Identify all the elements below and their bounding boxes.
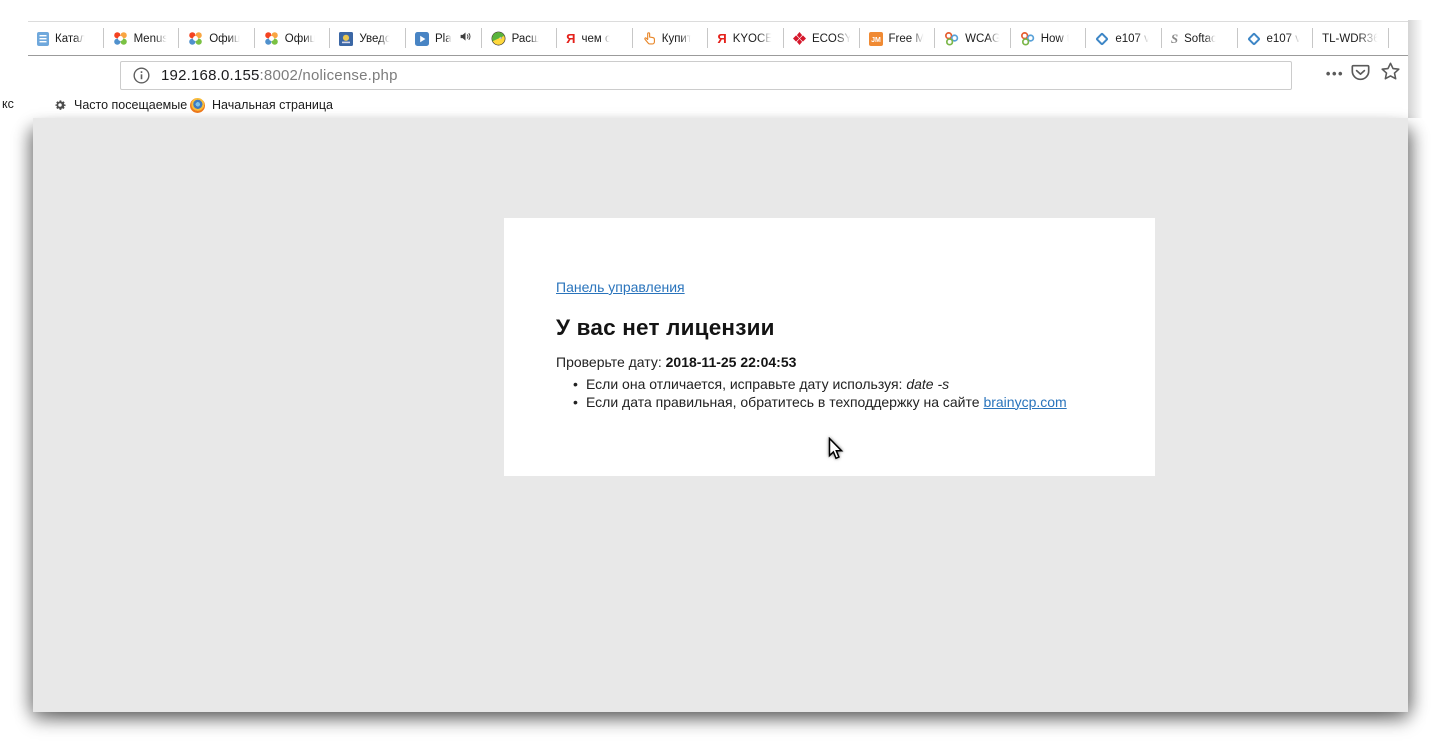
bookmark-star-icon[interactable]: [1380, 61, 1401, 82]
firefox-icon: [190, 98, 205, 113]
instruction-list: • Если она отличается, исправьте дату ис…: [573, 376, 1067, 411]
tab-title: Расш: [512, 33, 541, 45]
bookmark-item-home[interactable]: Начальная страница: [190, 95, 333, 115]
browser-tab[interactable]: TL-WDR36: [1313, 22, 1389, 55]
browser-tab[interactable]: Офиц: [255, 22, 331, 55]
date-value: 2018-11-25 22:04:53: [666, 354, 797, 370]
list-item: • Если дата правильная, обратитесь в тех…: [573, 394, 1067, 412]
circles-favicon-icon: [944, 31, 959, 46]
tab-title: Menus: [134, 33, 169, 45]
svg-text:JM: JM: [871, 37, 881, 44]
joomla-favicon-icon: [264, 31, 279, 46]
bookmark-item-frequent[interactable]: Часто посещаемые: [53, 95, 187, 115]
url-host: 192.168.0.155: [161, 67, 260, 84]
tab-title: чем о: [582, 33, 612, 45]
tab-title: Офиц: [285, 33, 316, 45]
control-panel-link[interactable]: Панель управления: [556, 279, 685, 295]
tab-title: Free M: [889, 33, 925, 45]
softaculous-favicon-icon: S: [1171, 32, 1178, 45]
bullet-marker: •: [573, 394, 586, 412]
tab-title: How t: [1041, 33, 1070, 45]
page-viewport: Панель управления У вас нет лицензии Про…: [33, 118, 1408, 712]
ecosys-favicon-icon: [793, 32, 806, 45]
url-bar[interactable]: 192.168.0.155:8002/nolicense.php: [120, 61, 1292, 90]
browser-tab[interactable]: Офиц: [179, 22, 255, 55]
browser-tab[interactable]: e107 v: [1238, 22, 1314, 55]
circles-favicon-icon: [1020, 31, 1035, 46]
tab-audio-icon[interactable]: [459, 30, 472, 48]
bullet-text: Если она отличается, исправьте дату испо…: [586, 376, 906, 392]
browser-tab[interactable]: e107 v: [1086, 22, 1162, 55]
bullet-marker: •: [573, 376, 586, 394]
list-item: • Если она отличается, исправьте дату ис…: [573, 376, 1067, 394]
browser-tab[interactable]: How t: [1011, 22, 1087, 55]
navigation-toolbar: 192.168.0.155:8002/nolicense.php •••: [0, 56, 1408, 92]
url-text[interactable]: 192.168.0.155:8002/nolicense.php: [161, 67, 398, 84]
url-path: :8002/nolicense.php: [260, 67, 398, 84]
browser-tab[interactable]: JM Free M: [860, 22, 936, 55]
site-info-icon[interactable]: [133, 67, 150, 84]
bullet-text: Если дата правильная, обратитесь в техпо…: [586, 394, 983, 410]
pocket-icon[interactable]: [1350, 62, 1371, 83]
mouse-cursor: [828, 437, 845, 467]
joomla-favicon-icon: [113, 31, 128, 46]
tab-title: Купит: [662, 33, 692, 45]
date-label: Проверьте дату:: [556, 354, 666, 370]
browser-tab[interactable]: Катал: [28, 22, 104, 55]
check-date-line: Проверьте дату: 2018-11-25 22:04:53: [556, 354, 796, 370]
tab-title: Softac: [1184, 33, 1217, 45]
brainycp-link[interactable]: brainycp.com: [983, 394, 1066, 410]
tab-title: WCAG: [965, 33, 1001, 45]
tab-strip: Катал Menus Офиц Офиц Уведо Pla Расш Ячем о Купи…: [28, 22, 1408, 55]
parrot-favicon-icon: [491, 31, 506, 46]
date-command: date -s: [906, 376, 949, 392]
tab-title: Катал: [55, 33, 86, 45]
hand-favicon-icon: [642, 32, 656, 46]
bookmark-label: Начальная страница: [212, 98, 333, 112]
page-title: У вас нет лицензии: [556, 315, 775, 341]
page-actions-icon[interactable]: •••: [1322, 60, 1348, 86]
browser-tab[interactable]: Купит: [633, 22, 709, 55]
play-favicon-icon: [415, 32, 429, 46]
browser-tab[interactable]: Я KYOCE: [708, 22, 784, 55]
tab-title: e107 v: [1115, 33, 1150, 45]
browser-tab[interactable]: Ячем о: [557, 22, 633, 55]
window-edge-shadow: [1408, 20, 1423, 118]
browser-tab[interactable]: S Softac: [1162, 22, 1238, 55]
yandex-favicon-icon: Я: [717, 32, 726, 45]
e107-favicon-icon: [1247, 32, 1261, 46]
browser-tab[interactable]: Menus: [104, 22, 180, 55]
tab-title: Pla: [435, 33, 452, 45]
gear-icon: [53, 98, 67, 112]
tab-title: Уведо: [359, 33, 391, 45]
tab-title: e107 v: [1267, 33, 1302, 45]
catalog-favicon-icon: [37, 32, 49, 46]
tab-title: ECOSY: [812, 33, 852, 45]
bookmark-item-cropped[interactable]: кс: [2, 97, 14, 111]
browser-tab[interactable]: WCAG: [935, 22, 1011, 55]
jm-favicon-icon: JM: [869, 32, 883, 46]
badge-favicon-icon: [339, 32, 353, 46]
tab-title: Офиц: [209, 33, 240, 45]
bookmarks-toolbar: кс Часто посещаемые Начальная страница: [0, 92, 1408, 118]
browser-tab[interactable]: Уведо: [330, 22, 406, 55]
browser-tab[interactable]: ECOSY: [784, 22, 860, 55]
browser-tab[interactable]: Расш: [482, 22, 558, 55]
e107-favicon-icon: [1095, 32, 1109, 46]
bookmark-label: Часто посещаемые: [74, 98, 187, 112]
tab-title: TL-WDR36: [1322, 33, 1380, 45]
yandex-favicon-icon: Я: [566, 32, 575, 45]
tab-title: KYOCE: [733, 33, 773, 45]
joomla-favicon-icon: [188, 31, 203, 46]
browser-tab[interactable]: Pla: [406, 22, 482, 55]
